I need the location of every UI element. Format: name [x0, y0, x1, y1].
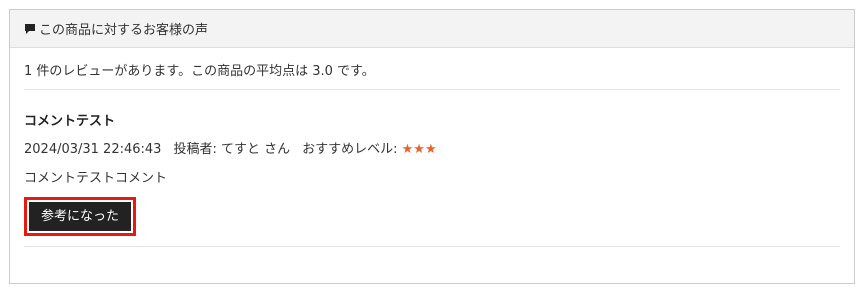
panel-header: この商品に対するお客様の声 [10, 10, 854, 48]
comment-icon [24, 22, 37, 35]
helpful-button-highlight: 参考になった [24, 197, 137, 236]
review-meta: 2024/03/31 22:46:43 投稿者: てすと さん おすすめレベル: ★… [24, 142, 840, 158]
helpful-button[interactable]: 参考になった [29, 202, 132, 231]
rating-stars: ★★★ [401, 142, 437, 157]
panel-body: 1 件のレビューがあります。この商品の平均点は 3.0 です。 コメントテスト … [10, 48, 854, 247]
review-item: コメントテスト 2024/03/31 22:46:43 投稿者: てすと さん おす… [24, 90, 840, 247]
review-summary: 1 件のレビューがあります。この商品の平均点は 3.0 です。 [24, 48, 840, 90]
review-date: 2024/03/31 22:46:43 [24, 142, 162, 157]
panel-title: この商品に対するお客様の声 [39, 23, 209, 38]
review-body: コメントテストコメント [24, 171, 168, 186]
review-poster: 投稿者: てすと さん [173, 142, 291, 157]
customer-reviews-panel: この商品に対するお客様の声 1 件のレビューがあります。この商品の平均点は 3.… [9, 9, 855, 284]
recommend-level-label: おすすめレベル: [302, 142, 398, 157]
review-title: コメントテスト [24, 114, 116, 129]
